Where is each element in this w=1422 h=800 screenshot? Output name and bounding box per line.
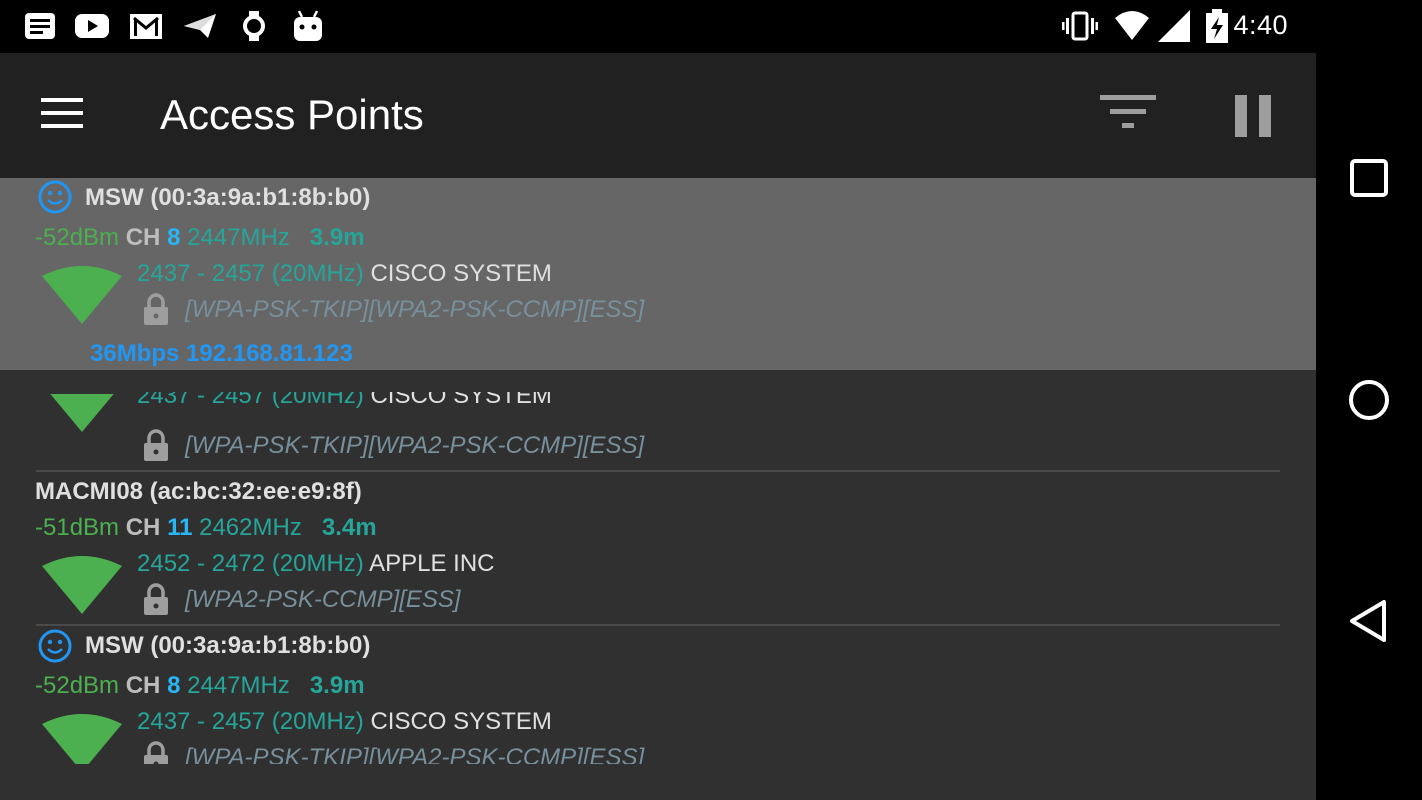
ap-distance: 3.9m [309, 224, 365, 251]
overview-square-icon[interactable] [1346, 155, 1392, 201]
back-triangle-icon[interactable] [1346, 598, 1392, 644]
watch-icon [243, 11, 265, 41]
ap-ssid: MSW (00:3a:9a:b1:8b:b0) [85, 632, 371, 659]
smiley-icon [38, 180, 72, 214]
ap-ch-label: CH [125, 514, 161, 541]
wifi-signal-icon [42, 266, 122, 324]
ap-signal-line: -52dBm CH 8 2447MHz 3.9m [35, 672, 365, 700]
app-bar: Access Points [0, 53, 1316, 178]
ap-dbm: -51dBm [35, 514, 120, 541]
ap-frequency: 2447MHz [187, 224, 290, 251]
ap-channel: 11 [167, 514, 193, 541]
lock-icon [144, 741, 168, 764]
ap-range-line: 2437 - 2457 (20MHz) CISCO SYSTEM [137, 708, 552, 736]
menu-icon-bar [41, 124, 83, 128]
notes-icon [25, 13, 55, 39]
access-point-item[interactable]: MSW (00:3a:9a:b1:8b:b0) -52dBm CH 8 2447… [0, 626, 1316, 764]
ap-range-line: 2437 - 2457 (20MHz) CISCO SYSTEM [137, 392, 552, 410]
ap-ssid: MACMI08 (ac:bc:32:ee:e9:8f) [35, 478, 362, 505]
ap-ssid: MSW (00:3a:9a:b1:8b:b0) [85, 184, 371, 211]
ap-capabilities: [WPA-PSK-TKIP][WPA2-PSK-CCMP][ESS] [185, 296, 645, 323]
ap-distance: 3.4m [321, 514, 377, 541]
ap-dbm: -52dBm [35, 224, 120, 251]
pause-icon-bar [1259, 95, 1271, 137]
ap-range: 2437 - 2457 (20MHz) [137, 708, 364, 735]
menu-icon-bar [41, 111, 83, 115]
wifi-signal-icon [42, 556, 122, 614]
ap-range: 2437 - 2457 (20MHz) [137, 260, 364, 287]
send-icon [184, 14, 216, 38]
status-clock: 4:40 [1233, 10, 1288, 40]
ap-frequency: 2462MHz [199, 514, 302, 541]
ap-channel: 8 [167, 224, 181, 251]
ap-dbm: -52dBm [35, 672, 120, 699]
ap-distance: 3.9m [309, 672, 365, 699]
lock-icon [144, 583, 168, 615]
gmail-icon [130, 14, 162, 39]
ap-vendor: CISCO SYSTEM [370, 708, 552, 735]
menu-icon-bar [41, 98, 83, 102]
pause-button[interactable] [1232, 93, 1276, 139]
access-point-item[interactable]: 2437 - 2457 (20MHz) CISCO SYSTEM [WPA-PS… [0, 370, 1316, 470]
smiley-icon [38, 629, 72, 663]
battery-charging-icon [1206, 9, 1228, 43]
ap-vendor: CISCO SYSTEM [370, 392, 552, 409]
ap-vendor: APPLE INC [369, 550, 495, 577]
ap-capabilities: [WPA-PSK-TKIP][WPA2-PSK-CCMP][ESS] [185, 432, 645, 459]
filter-icon-bar [1110, 109, 1146, 114]
app-screen: 4:40 Access Points MSW (00:3a:9a:b1:8b:b… [0, 0, 1316, 800]
menu-button[interactable] [38, 93, 86, 133]
status-bar: 4:40 [0, 0, 1316, 53]
access-point-item[interactable]: MACMI08 (ac:bc:32:ee:e9:8f) -51dBm CH 11… [0, 472, 1316, 624]
wifi-signal-icon [42, 714, 122, 764]
android-icon [294, 10, 322, 41]
ap-signal-line: -52dBm CH 8 2447MHz 3.9m [35, 224, 365, 252]
navigation-bar [1316, 0, 1422, 800]
wifi-signal-icon [50, 394, 114, 432]
ap-signal-line: -51dBm CH 11 2462MHz 3.4m [35, 514, 377, 542]
home-circle-icon[interactable] [1346, 377, 1392, 423]
signal-icon [1158, 10, 1190, 42]
ap-frequency: 2447MHz [187, 672, 290, 699]
pause-icon-bar [1235, 95, 1247, 137]
ap-capabilities: [WPA2-PSK-CCMP][ESS] [185, 586, 461, 613]
filter-icon-bar [1122, 123, 1134, 128]
ap-ch-label: CH [125, 672, 161, 699]
ap-range-line: 2437 - 2457 (20MHz) CISCO SYSTEM [137, 260, 552, 288]
page-title: Access Points [160, 91, 424, 138]
access-point-list[interactable]: MSW (00:3a:9a:b1:8b:b0) -52dBm CH 8 2447… [0, 178, 1316, 764]
vibrate-icon [1062, 11, 1098, 41]
wifi-icon [1115, 11, 1149, 40]
ap-rate-ip: 36Mbps 192.168.81.123 [90, 340, 353, 367]
ap-channel: 8 [167, 672, 181, 699]
ap-range: 2452 - 2472 (20MHz) [137, 550, 364, 577]
filter-icon-bar [1100, 95, 1156, 100]
ap-vendor: CISCO SYSTEM [370, 260, 552, 287]
ap-range-line: 2452 - 2472 (20MHz) APPLE INC [137, 550, 495, 578]
youtube-icon [75, 14, 109, 38]
access-point-item[interactable]: MSW (00:3a:9a:b1:8b:b0) -52dBm CH 8 2447… [0, 178, 1316, 370]
ap-capabilities: [WPA-PSK-TKIP][WPA2-PSK-CCMP][ESS] [185, 744, 645, 764]
lock-icon [144, 429, 168, 461]
ap-ch-label: CH [125, 224, 161, 251]
lock-icon [144, 293, 168, 325]
filter-button[interactable] [1100, 95, 1158, 139]
ap-range: 2437 - 2457 (20MHz) [137, 392, 364, 409]
